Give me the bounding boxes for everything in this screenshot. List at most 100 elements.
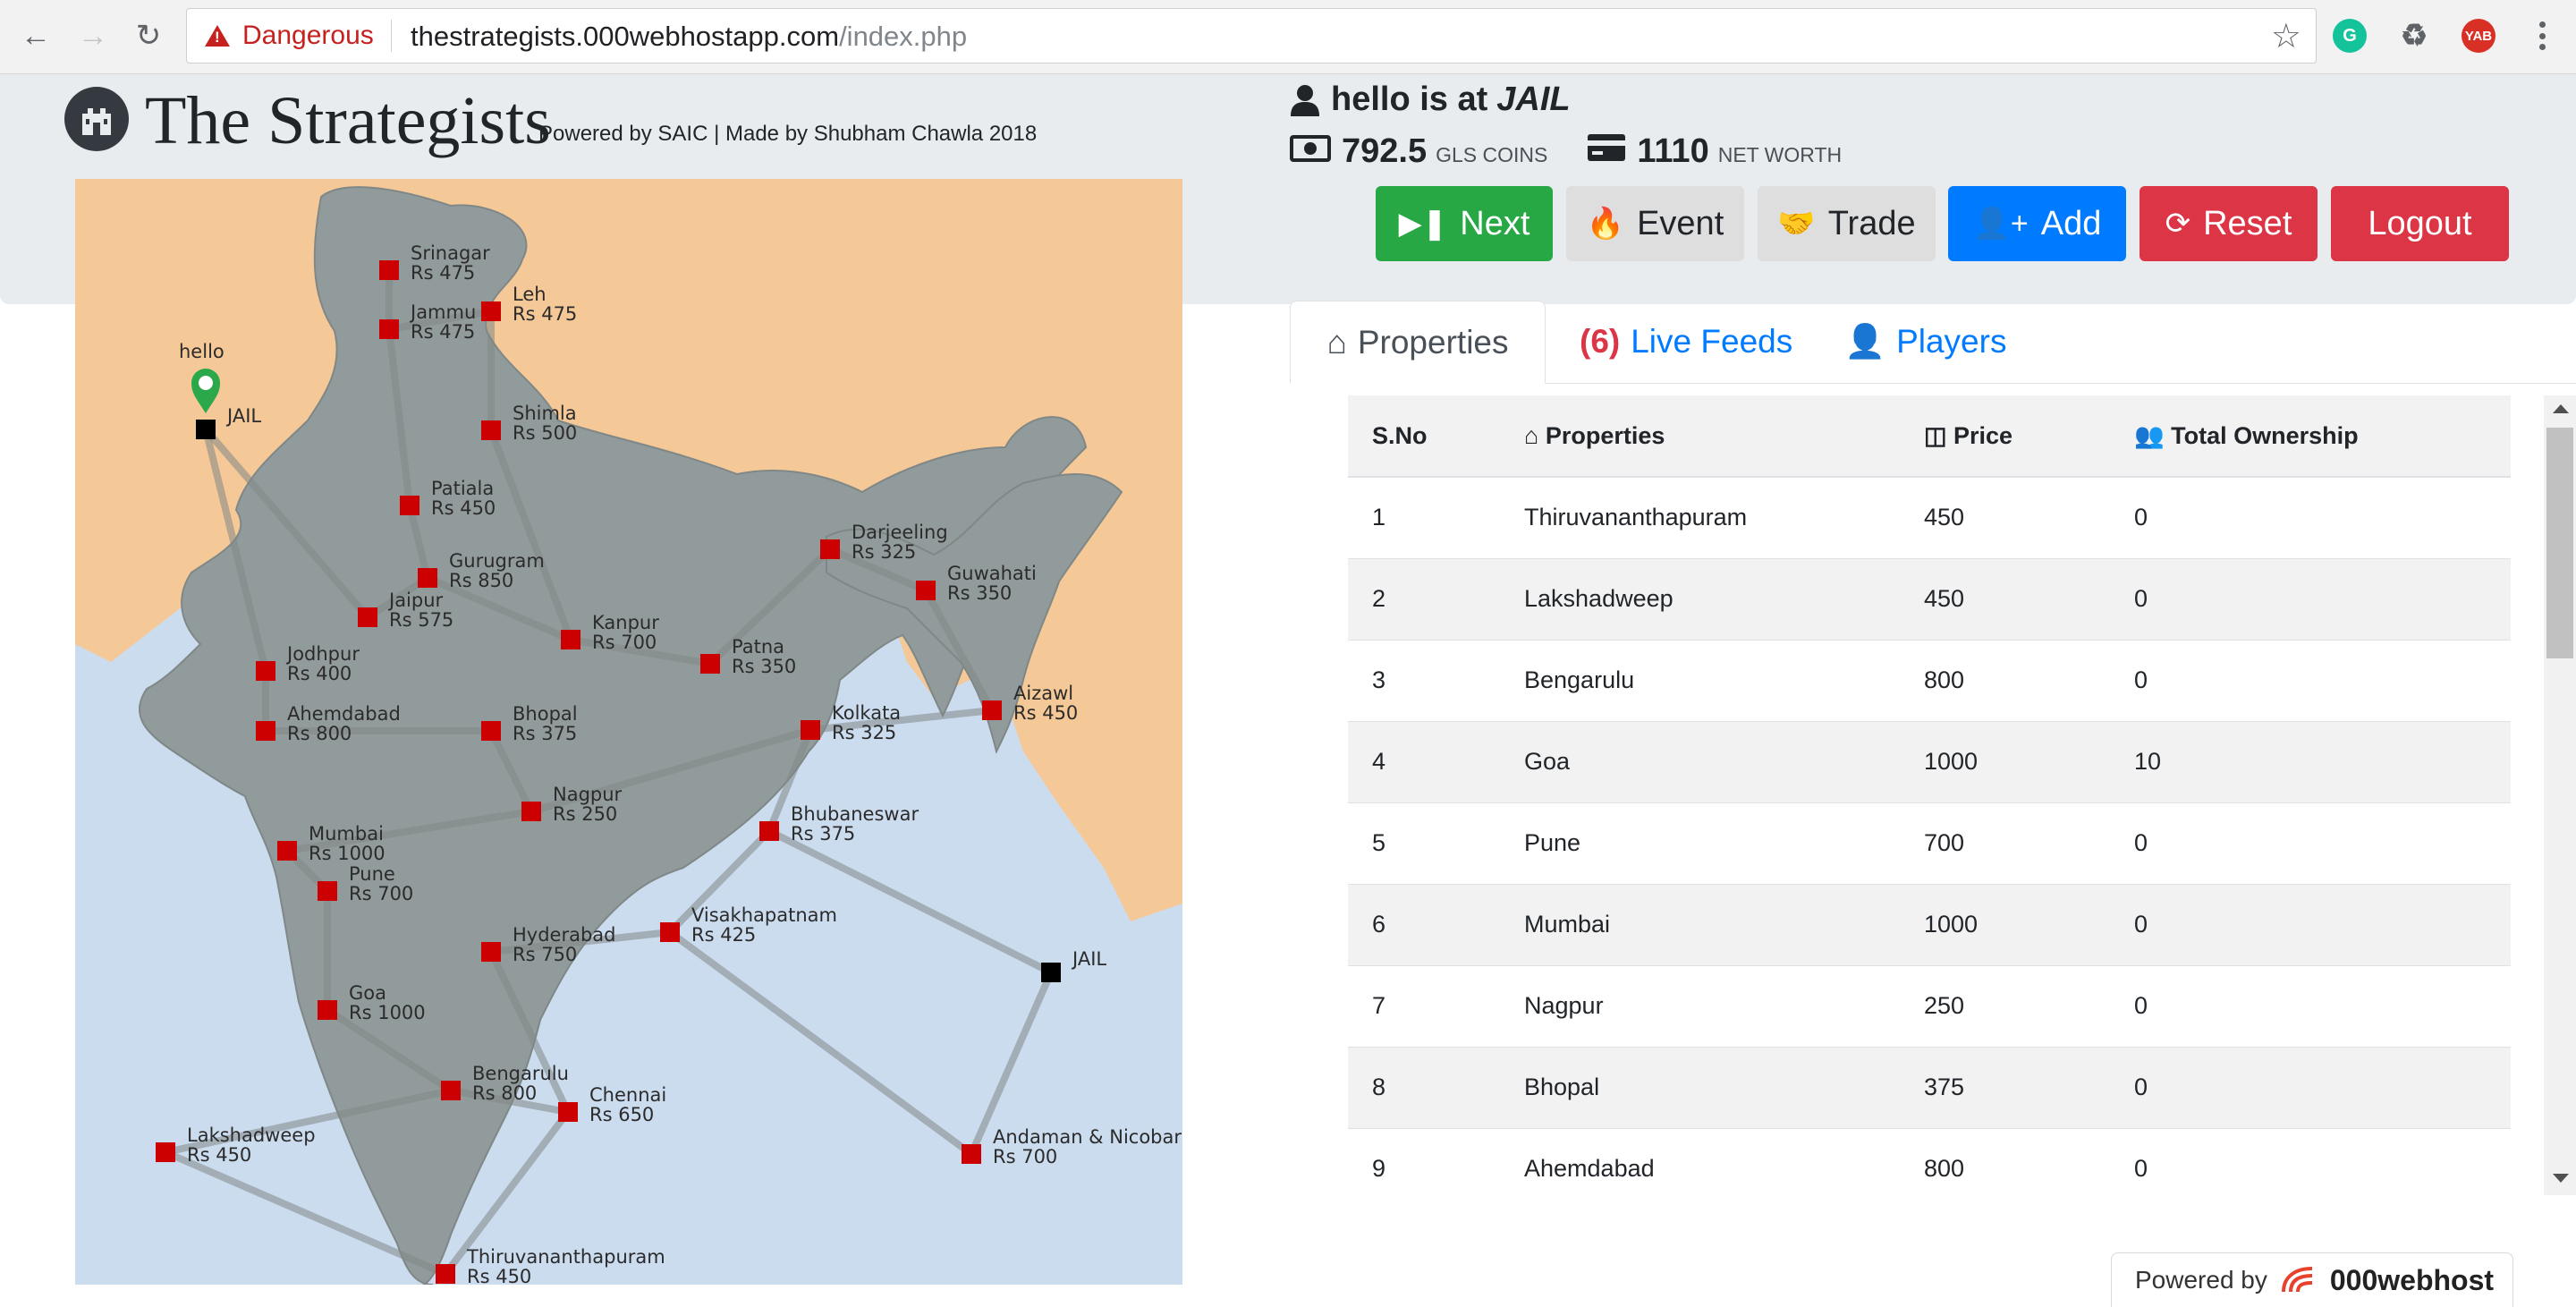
- properties-table-container[interactable]: S.No ⌂ Properties ◫ Price 👥 Total Owners…: [1348, 395, 2511, 1195]
- city-marker[interactable]: [379, 260, 399, 280]
- table-row[interactable]: 4 Goa 1000 10: [1348, 720, 2511, 802]
- cell-sno: 2: [1348, 557, 1500, 640]
- reload-icon[interactable]: ↻: [131, 18, 166, 54]
- city-price: Rs 375: [513, 723, 577, 744]
- event-button[interactable]: 🔥 Event: [1566, 186, 1744, 261]
- city-name: Thiruvananthapuram: [466, 1246, 665, 1268]
- add-button[interactable]: 👤+ Add: [1948, 186, 2126, 261]
- back-arrow-icon[interactable]: ←: [18, 18, 54, 54]
- city-name: Jaipur: [387, 590, 444, 611]
- add-label: Add: [2040, 204, 2102, 242]
- cell-sno: 8: [1348, 1046, 1500, 1128]
- city-name: Nagpur: [553, 784, 623, 805]
- city-marker[interactable]: [256, 721, 275, 741]
- table-row[interactable]: 5 Pune 700 0: [1348, 802, 2511, 884]
- powered-by-badge[interactable]: Powered by 000webhost: [2111, 1252, 2513, 1307]
- trade-button[interactable]: 🤝 Trade: [1758, 186, 1936, 261]
- reset-button[interactable]: ⟳ Reset: [2140, 186, 2318, 261]
- cell-ownership: 0: [2110, 1046, 2511, 1128]
- profile-avatar[interactable]: YAB: [2462, 19, 2496, 53]
- table-row[interactable]: 3 Bengarulu 800 0: [1348, 639, 2511, 721]
- city-marker[interactable]: [481, 721, 501, 741]
- city-price: Rs 500: [513, 422, 577, 444]
- money-bill-icon: [1290, 135, 1331, 162]
- sync-icon: ⟳: [2165, 207, 2191, 241]
- city-marker[interactable]: [561, 630, 580, 649]
- cell-ownership: 0: [2110, 964, 2511, 1047]
- city-price: Rs 475: [411, 262, 475, 284]
- city-marker[interactable]: [481, 301, 501, 321]
- city-marker[interactable]: [400, 496, 419, 515]
- city-marker[interactable]: [277, 841, 297, 861]
- city-name: Aizawl: [1013, 683, 1073, 704]
- city-marker[interactable]: [256, 661, 275, 681]
- city-marker[interactable]: [521, 802, 541, 821]
- city-marker[interactable]: [558, 1102, 578, 1122]
- city-price: Rs 325: [832, 722, 896, 743]
- map-marker-hole: [199, 376, 213, 390]
- city-marker[interactable]: [481, 942, 501, 962]
- scroll-up-arrow-icon[interactable]: [2553, 404, 2569, 413]
- address-divider: [391, 20, 392, 52]
- warning-triangle-icon: [205, 25, 230, 47]
- cell-sno: 4: [1348, 720, 1500, 802]
- logout-button[interactable]: Logout: [2331, 186, 2509, 261]
- forward-arrow-icon[interactable]: →: [75, 18, 111, 54]
- next-button[interactable]: ▶❚ Next: [1376, 186, 1553, 261]
- grammarly-icon[interactable]: G: [2333, 19, 2367, 53]
- browser-menu-icon[interactable]: [2533, 18, 2551, 54]
- city-marker[interactable]: [962, 1144, 981, 1164]
- cell-price: 800: [1900, 1127, 2110, 1195]
- table-row[interactable]: 6 Mumbai 1000 0: [1348, 883, 2511, 965]
- jail-marker[interactable]: [196, 420, 216, 439]
- col-total-ownership-label: Total Ownership: [2171, 422, 2359, 449]
- security-warning[interactable]: Dangerous: [205, 20, 374, 52]
- tab-properties[interactable]: ⌂ Properties: [1290, 301, 1546, 384]
- cell-price: 700: [1900, 802, 2110, 884]
- city-marker[interactable]: [358, 607, 377, 627]
- scroll-down-arrow-icon[interactable]: [2553, 1174, 2569, 1183]
- cell-sno: 3: [1348, 639, 1500, 721]
- city-marker[interactable]: [759, 821, 779, 841]
- tab-players[interactable]: 👤 Players: [1844, 301, 2006, 383]
- city-price: Rs 475: [513, 303, 577, 325]
- user-icon: [1291, 84, 1319, 116]
- url-text[interactable]: thestrategists.000webhostapp.com/index.p…: [411, 21, 967, 53]
- bookmark-star-icon[interactable]: ☆: [2271, 16, 2301, 56]
- cell-price: 450: [1900, 476, 2110, 558]
- city-marker[interactable]: [441, 1081, 461, 1100]
- recycle-icon[interactable]: ♻: [2397, 19, 2431, 53]
- city-marker[interactable]: [318, 1000, 337, 1020]
- city-marker[interactable]: [700, 654, 720, 674]
- handshake-icon: 🤝: [1777, 207, 1816, 241]
- city-marker[interactable]: [379, 319, 399, 339]
- table-row[interactable]: 2 Lakshadweep 450 0: [1348, 557, 2511, 640]
- scrollbar-thumb[interactable]: [2546, 428, 2573, 658]
- city-marker[interactable]: [916, 581, 936, 600]
- table-row[interactable]: 9 Ahemdabad 800 0: [1348, 1127, 2511, 1195]
- table-row[interactable]: 1 Thiruvananthapuram 450 0: [1348, 476, 2511, 558]
- city-marker[interactable]: [436, 1264, 455, 1284]
- city-price: Rs 700: [349, 883, 413, 904]
- city-marker[interactable]: [481, 420, 501, 440]
- player-location: hello is at JAIL: [1290, 81, 1571, 119]
- table-row[interactable]: 8 Bhopal 375 0: [1348, 1046, 2511, 1128]
- table-row[interactable]: 7 Nagpur 250 0: [1348, 964, 2511, 1047]
- city-marker[interactable]: [820, 539, 840, 559]
- logout-label: Logout: [2368, 204, 2472, 242]
- city-marker[interactable]: [660, 922, 680, 942]
- fire-icon: 🔥: [1586, 207, 1625, 241]
- tab-live-feeds[interactable]: (6) Live Feeds: [1580, 301, 1792, 383]
- cell-sno: 9: [1348, 1127, 1500, 1195]
- jail-marker[interactable]: [1041, 963, 1061, 982]
- city-marker[interactable]: [418, 568, 437, 588]
- city-marker[interactable]: [318, 881, 337, 901]
- address-bar[interactable]: Dangerous thestrategists.000webhostapp.c…: [186, 8, 2317, 64]
- cell-sno: 7: [1348, 964, 1500, 1047]
- net-worth-value: 1110: [1637, 132, 1709, 170]
- city-marker[interactable]: [801, 720, 820, 740]
- city-name: Kanpur: [592, 612, 659, 633]
- cell-property: Bengarulu: [1500, 639, 1900, 721]
- city-marker[interactable]: [156, 1142, 175, 1162]
- city-marker[interactable]: [982, 700, 1002, 720]
